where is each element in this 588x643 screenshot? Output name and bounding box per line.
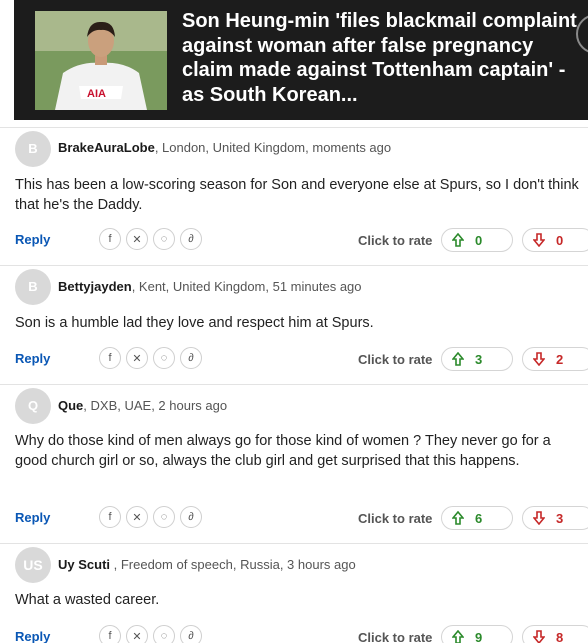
comment-item: B Bettyjayden, Kent, United Kingdom, 51 … [0,265,588,377]
avatar: Q [15,388,51,424]
x-icon[interactable]: ✕ [126,228,148,250]
upvote-button[interactable]: 3 [441,347,513,371]
upvote-count: 6 [475,510,483,526]
downvote-button[interactable]: 3 [522,506,588,530]
comment-username[interactable]: BrakeAuraLobe [58,140,155,155]
link-icon[interactable]: ∂ [180,625,202,643]
share-icons: f ✕ ◌ ∂ [99,506,202,528]
click-to-rate-label: Click to rate [358,511,433,526]
comment-text: What a wasted career. [15,592,160,608]
x-icon[interactable]: ✕ [126,625,148,643]
avatar: B [15,269,51,305]
facebook-icon[interactable]: f [99,347,121,369]
reply-button[interactable]: Reply [15,351,50,366]
comment-text: Why do those kind of men always go for t… [15,433,551,469]
comment-actions: Reply f ✕ ◌ ∂ Click to rate 6 3 [0,506,588,530]
comment-item: Q Que, DXB, UAE, 2 hours ago Why do thos… [0,384,588,536]
share-icons: f ✕ ◌ ∂ [99,625,202,643]
comment-location-time: , DXB, UAE, 2 hours ago [83,398,228,413]
arrow-down-icon [532,232,546,248]
upvote-button[interactable]: 9 [441,625,513,643]
upvote-count: 9 [475,629,483,643]
x-icon[interactable]: ✕ [126,347,148,369]
article-thumbnail[interactable]: AIA [35,11,167,110]
arrow-up-icon [451,510,465,526]
link-icon[interactable]: ∂ [180,347,202,369]
link-icon[interactable]: ∂ [180,506,202,528]
whatsapp-icon[interactable]: ◌ [153,506,175,528]
comment-username[interactable]: Que [58,398,83,413]
comment-meta: Bettyjayden, Kent, United Kingdom, 51 mi… [58,279,362,294]
x-icon[interactable]: ✕ [126,506,148,528]
downvote-count: 2 [556,351,564,367]
share-icons: f ✕ ◌ ∂ [99,228,202,250]
article-banner[interactable]: AIA Son Heung-min 'files blackmail compl… [14,0,588,120]
upvote-button[interactable]: 0 [441,228,513,252]
upvote-button[interactable]: 6 [441,506,513,530]
facebook-icon[interactable]: f [99,506,121,528]
article-title[interactable]: Son Heung-min 'files blackmail complaint… [182,9,582,107]
comment-location-time: , London, United Kingdom, moments ago [154,140,392,155]
upvote-count: 3 [475,351,483,367]
avatar: B [15,131,51,167]
whatsapp-icon[interactable]: ◌ [153,625,175,643]
reply-button[interactable]: Reply [15,629,50,643]
downvote-count: 8 [556,629,564,643]
reply-button[interactable]: Reply [15,510,50,525]
downvote-count: 0 [556,232,564,248]
upvote-count: 0 [475,232,483,248]
facebook-icon[interactable]: f [99,228,121,250]
share-icons: f ✕ ◌ ∂ [99,347,202,369]
arrow-down-icon [532,629,546,643]
comment-username[interactable]: Bettyjayden [58,279,132,294]
downvote-button[interactable]: 2 [522,347,588,371]
whatsapp-icon[interactable]: ◌ [153,347,175,369]
arrow-up-icon [451,629,465,643]
svg-text:AIA: AIA [87,88,106,100]
downvote-button[interactable]: 8 [522,625,588,643]
comment-actions: Reply f ✕ ◌ ∂ Click to rate 9 8 [0,625,588,643]
whatsapp-icon[interactable]: ◌ [153,228,175,250]
comment-text: This has been a low-scoring season for S… [15,177,579,213]
reply-button[interactable]: Reply [15,232,50,247]
downvote-button[interactable]: 0 [522,228,588,252]
downvote-count: 3 [556,510,564,526]
comment-username[interactable]: Uy Scuti [58,557,110,572]
arrow-down-icon [532,351,546,367]
comment-text: Son is a humble lad they love and respec… [15,315,374,331]
comment-actions: Reply f ✕ ◌ ∂ Click to rate 3 2 [0,347,588,371]
arrow-up-icon [451,351,465,367]
avatar: US [15,547,51,583]
comment-meta: BrakeAuraLobe, London, United Kingdom, m… [58,140,391,155]
comment-item: US Uy Scuti , Freedom of speech, Russia,… [0,543,588,643]
comment-location-time: , Freedom of speech, Russia, 3 hours ago [110,557,356,572]
click-to-rate-label: Click to rate [358,233,433,248]
facebook-icon[interactable]: f [99,625,121,643]
link-icon[interactable]: ∂ [180,228,202,250]
click-to-rate-label: Click to rate [358,352,433,367]
arrow-up-icon [451,232,465,248]
arrow-down-icon [532,510,546,526]
comment-meta: Uy Scuti , Freedom of speech, Russia, 3 … [58,557,356,572]
comment-item: B BrakeAuraLobe, London, United Kingdom,… [0,127,588,258]
comment-meta: Que, DXB, UAE, 2 hours ago [58,398,227,413]
comment-actions: Reply f ✕ ◌ ∂ Click to rate 0 0 [0,228,588,252]
comment-location-time: , Kent, United Kingdom, 51 minutes ago [131,279,362,294]
click-to-rate-label: Click to rate [358,630,433,643]
